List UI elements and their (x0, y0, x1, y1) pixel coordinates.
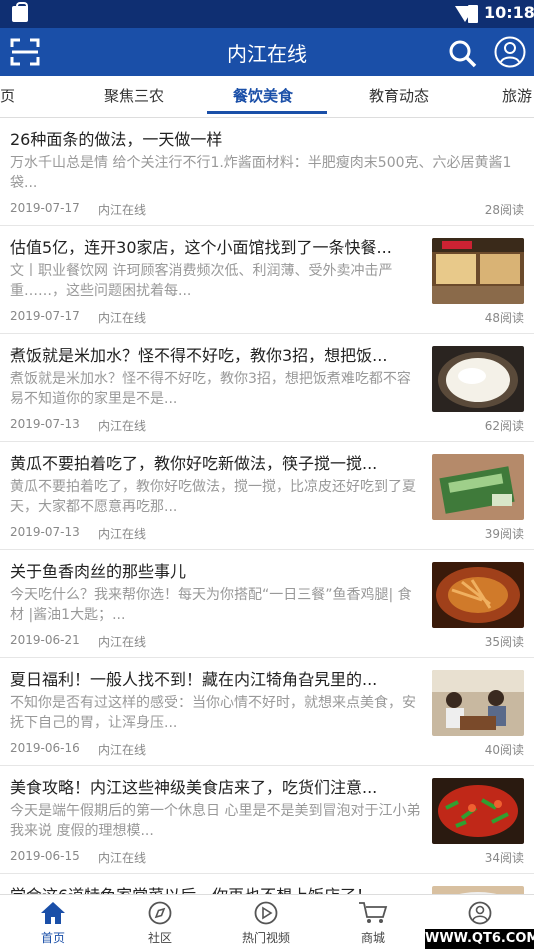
read-count: 62阅读 (484, 419, 524, 433)
article-title: 美食攻略！内江这些神级美食店来了，吃货们注意... (10, 778, 378, 797)
spicy-dish-thumbnail (432, 778, 524, 844)
home-icon (41, 902, 65, 924)
article-source: 内江在线 (98, 311, 147, 325)
list-item[interactable]: 美食攻略！内江这些神级美食店来了，吃货们注意... 今天是端午假期后的第一个休息… (0, 766, 534, 874)
clock: 10:18 (484, 3, 534, 22)
article-date: 2019-06-15 (10, 849, 80, 863)
watermark: WWW.QT6.COM (425, 929, 534, 949)
article-title: 学会这6道特色家常菜以后，你再也不想上饭店了！ (10, 882, 422, 894)
battery-icon (468, 5, 478, 23)
read-count: 34阅读 (484, 851, 524, 865)
tab-travel[interactable]: 旅游 (502, 85, 532, 106)
shopping-cart-icon (359, 902, 388, 923)
article-summary: 文丨职业餐饮网 许珂顾客消费频次低、利润薄、受外卖冲击严重……，这些问题困扰着每… (10, 263, 393, 299)
user-profile-icon[interactable] (494, 36, 526, 68)
article-summary: 黄瓜不要拍着吃了，教你好吃做法，搅一搅，比凉皮还好吃到了夏天，大家都不愿意再吃那… (10, 479, 416, 515)
nav-label: 首页 (40, 931, 65, 945)
nav-home[interactable]: 首页 (13, 901, 93, 946)
article-title: 夏日福利！一般人找不到！藏在内江犄角旮旯里的... (10, 670, 378, 689)
article-date: 2019-07-13 (10, 525, 80, 539)
article-date: 2019-06-16 (10, 741, 80, 755)
nav-community[interactable]: 社区 (120, 901, 200, 946)
article-title: 26种面条的做法，一天做一样 (10, 130, 223, 149)
list-item[interactable]: 关于鱼香肉丝的那些事儿 今天吃什么？我来帮你选！每天为你搭配“一日三餐”鱼香鸡腿… (0, 550, 534, 658)
article-date: 2019-07-17 (10, 201, 80, 215)
article-source: 内江在线 (98, 203, 147, 217)
nav-mall[interactable]: 商城 (333, 901, 413, 946)
list-item[interactable]: 黄瓜不要拍着吃了，教你好吃新做法，筷子搅一搅... 黄瓜不要拍着吃了，教你好吃做… (0, 442, 534, 550)
read-count: 39阅读 (484, 527, 524, 541)
status-bar: 10:18 (0, 0, 534, 28)
play-icon (254, 901, 278, 925)
profile-icon (468, 901, 492, 925)
nav-profile[interactable] (440, 901, 520, 929)
restaurant-diners-thumbnail (432, 670, 524, 736)
home-dishes-thumbnail (432, 886, 524, 894)
article-date: 2019-06-21 (10, 633, 80, 647)
article-source: 内江在线 (98, 419, 147, 433)
read-count: 48阅读 (484, 311, 524, 325)
article-source: 内江在线 (98, 527, 147, 541)
rice-thumbnail (432, 346, 524, 412)
article-date: 2019-07-13 (10, 417, 80, 431)
article-summary: 煮饭就是米加水？怪不得不好吃，教你3招，想把饭煮难吃都不容易不知道你的家里是不是… (10, 371, 411, 407)
article-summary: 今天是端午假期后的第一个休息日 心里是不是美到冒泡对于江小弟我来说 度假的理想模… (10, 803, 421, 839)
active-tab-indicator (207, 111, 327, 114)
article-title: 煮饭就是米加水？怪不得不好吃，教你3招，想把饭... (10, 346, 388, 365)
read-count: 35阅读 (484, 635, 524, 649)
list-item[interactable]: 估值5亿，连开30家店，这个小面馆找到了一条快餐... 文丨职业餐饮网 许珂顾客… (0, 226, 534, 334)
compass-icon (148, 901, 172, 925)
article-title: 黄瓜不要拍着吃了，教你好吃新做法，筷子搅一搅... (10, 454, 378, 473)
cucumber-thumbnail (432, 454, 524, 520)
list-item[interactable]: 26种面条的做法，一天做一样 万水千山总是情 给个关注行不行1.炸酱面材料：半肥… (0, 118, 534, 226)
nav-label: 热门视频 (241, 931, 290, 945)
read-count: 40阅读 (484, 743, 524, 757)
article-list: 26种面条的做法，一天做一样 万水千山总是情 给个关注行不行1.炸酱面材料：半肥… (0, 118, 534, 894)
article-source: 内江在线 (98, 851, 147, 865)
nav-label: 社区 (147, 931, 172, 945)
list-item[interactable]: 学会这6道特色家常菜以后，你再也不想上饭店了！ (0, 874, 534, 894)
tab-food[interactable]: 餐饮美食 (233, 85, 293, 106)
article-summary: 不知你是否有过这样的感受：当你心情不好时，就想来点美食，安抚下自己的胃，让浑身压… (10, 695, 416, 731)
restaurant-thumbnail (432, 238, 524, 304)
shredded-pork-thumbnail (432, 562, 524, 628)
article-title: 估值5亿，连开30家店，这个小面馆找到了一条快餐... (10, 238, 392, 257)
search-icon[interactable] (447, 38, 477, 68)
article-date: 2019-07-17 (10, 309, 80, 323)
tab-agriculture[interactable]: 聚焦三农 (104, 85, 164, 106)
tab-education[interactable]: 教育动态 (369, 85, 429, 106)
nav-hot-videos[interactable]: 热门视频 (226, 901, 306, 946)
shopping-bag-icon (12, 2, 28, 22)
list-item[interactable]: 煮饭就是米加水？怪不得不好吃，教你3招，想把饭... 煮饭就是米加水？怪不得不好… (0, 334, 534, 442)
read-count: 28阅读 (484, 203, 524, 217)
article-source: 内江在线 (98, 635, 147, 649)
article-summary: 万水千山总是情 给个关注行不行1.炸酱面材料：半肥瘦肉末500克、六必居黄酱1袋… (10, 155, 512, 191)
list-item[interactable]: 夏日福利！一般人找不到！藏在内江犄角旮旯里的... 不知你是否有过这样的感受：当… (0, 658, 534, 766)
category-tabs: 页 聚焦三农 餐饮美食 教育动态 旅游 (0, 76, 534, 118)
nav-label: 商城 (360, 931, 385, 945)
article-title: 关于鱼香肉丝的那些事儿 (10, 562, 187, 581)
article-summary: 今天吃什么？我来帮你选！每天为你搭配“一日三餐”鱼香鸡腿| 食材 |酱油1大匙；… (10, 587, 412, 623)
tab-home[interactable]: 页 (0, 85, 15, 106)
app-bar: 内江在线 (0, 28, 534, 76)
article-source: 内江在线 (98, 743, 147, 757)
